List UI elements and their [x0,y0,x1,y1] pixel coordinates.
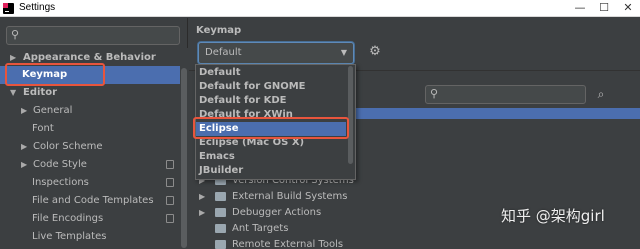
keymap-select-value: Default [205,47,242,58]
action-tree-label: Debugger Actions [232,207,322,218]
settings-sidebar: ⚲ ▶ Appearance & Behavior Keymap ▼ Edito… [0,18,188,249]
gear-icon[interactable]: ⚙ [366,42,384,62]
annotation-box-eclipse [193,117,349,139]
keymap-select[interactable]: Default ▼ [198,42,354,64]
chevron-down-icon[interactable]: ▼ [10,84,16,102]
sidebar-item-label: File Encodings [32,213,104,224]
project-copy-icon [166,160,174,169]
sidebar-item-inspections[interactable]: Inspections [0,174,180,192]
close-button[interactable]: ✕ [616,0,640,17]
folder-icon [215,208,226,217]
sidebar-item-code-style[interactable]: ▶ Code Style [0,156,180,174]
sidebar-item-live-templates[interactable]: Live Templates [0,228,180,246]
keymap-option-jbuilder[interactable]: JBuilder [196,164,346,178]
sidebar-item-general[interactable]: ▶ General [0,102,180,120]
sidebar-item-label: Inspections [32,177,89,188]
action-tree-label: Remote External Tools [232,239,344,249]
folder-icon [215,224,226,233]
chevron-right-icon[interactable]: ▶ [21,156,27,174]
chevron-right-icon[interactable]: ▶ [21,138,27,156]
chevron-right-icon[interactable]: ▶ [21,102,27,120]
folder-icon [215,240,226,249]
sidebar-scroll-thumb[interactable] [181,68,187,248]
sidebar-item-file-encodings[interactable]: File Encodings [0,210,180,228]
project-copy-icon [166,178,174,187]
keymap-option-default[interactable]: Default [196,66,346,80]
sidebar-item-label: Editor [23,87,57,98]
search-icon: ⚲ [430,87,439,100]
minimize-button[interactable]: — [568,0,592,17]
sidebar-item-editor[interactable]: ▼ Editor [0,84,180,102]
selected-action-row[interactable] [352,108,640,119]
sidebar-item-label: Live Templates [32,231,107,242]
sidebar-scrollbar[interactable] [180,48,188,249]
folder-icon [215,192,226,201]
search-icon: ⚲ [11,28,20,41]
page-title: Keymap [196,25,242,36]
annotation-box-keymap [5,63,105,86]
title-bar: Settings — ☐ ✕ [0,0,640,17]
keymap-option-emacs[interactable]: Emacs [196,150,346,164]
sidebar-item-font[interactable]: Font [0,120,180,138]
dropdown-scroll-thumb[interactable] [348,66,353,164]
find-shortcut-icon[interactable]: ⌕ [592,84,610,104]
intellij-app-icon [3,3,14,14]
sidebar-item-label: File and Code Templates [32,195,154,206]
chevron-right-icon[interactable]: ▶ [199,204,205,221]
keymap-option-default-kde[interactable]: Default for KDE [196,94,346,108]
keymap-option-default-gnome[interactable]: Default for GNOME [196,80,346,94]
maximize-button[interactable]: ☐ [592,0,616,17]
watermark: 知乎 @架构girl [501,207,605,225]
action-tree-label: External Build Systems [232,191,348,202]
sidebar-item-label: General [33,105,73,116]
action-search-input[interactable]: ⚲ [425,85,586,104]
sidebar-item-color-scheme[interactable]: ▶ Color Scheme [0,138,180,156]
project-copy-icon [166,214,174,223]
action-tree-label: Ant Targets [232,223,289,234]
window-title: Settings [19,2,56,13]
project-copy-icon [166,196,174,205]
sidebar-item-label: Code Style [33,159,87,170]
sidebar-item-file-code-templates[interactable]: File and Code Templates [0,192,180,210]
chevron-right-icon[interactable]: ▶ [199,188,205,205]
sidebar-item-label: Color Scheme [33,141,103,152]
sidebar-item-label: Font [32,123,54,134]
settings-search-input[interactable]: ⚲ [6,26,180,45]
chevron-down-icon: ▼ [340,48,347,57]
